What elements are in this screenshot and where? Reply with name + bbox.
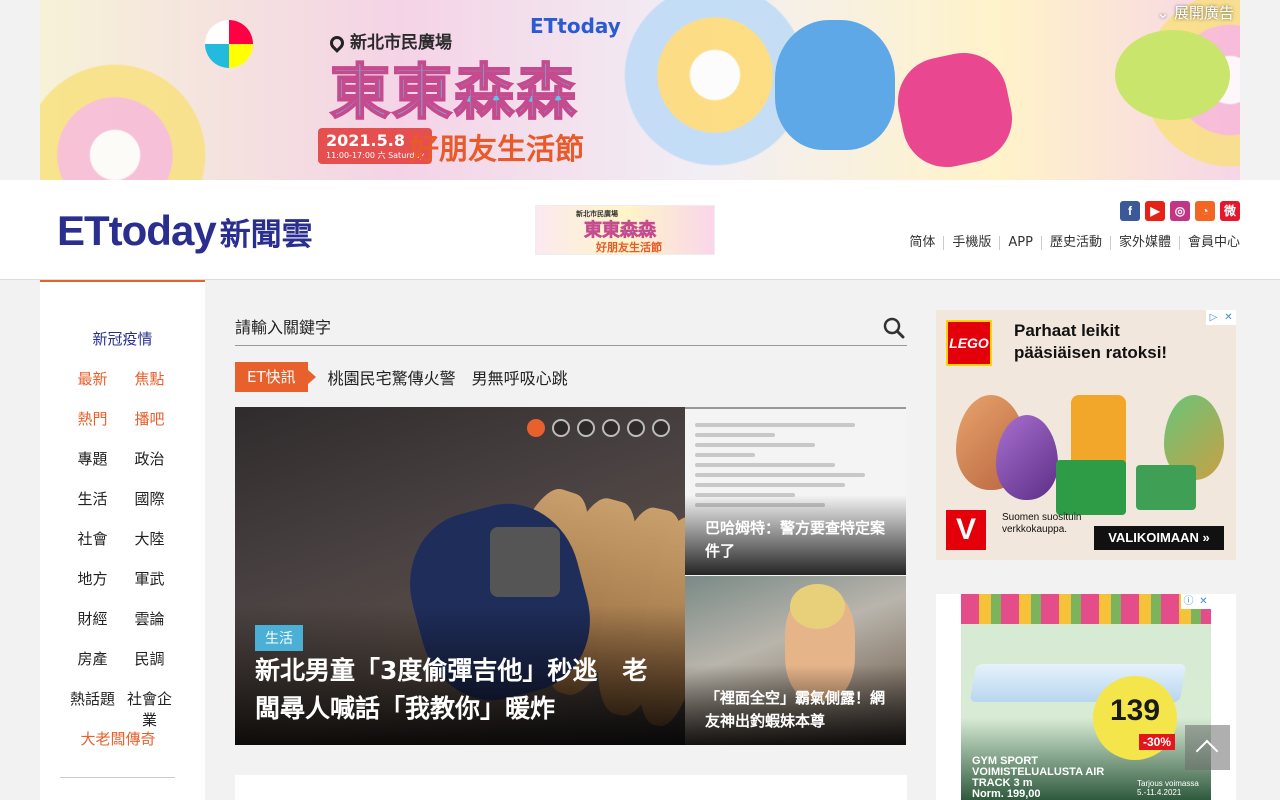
next-content-panel [235,775,907,800]
expand-ad-label: 展開廣告 [1173,4,1234,22]
nav-simplified-chinese[interactable]: 简体 [901,236,943,250]
sidebar-item-society[interactable]: 社會 [64,528,121,549]
category-sidebar: 新冠疫情 最新 焦點 熱門 播吧 專題 政治 生活 國際 社會 大陸 地方 軍武 財經 雲論 … [40,280,205,800]
header-ad-subtitle: 好朋友生活節 [596,241,662,254]
hero-photo-blur [490,527,560,597]
hero-category-badge[interactable]: 生活 [255,625,303,651]
sidebar-item-polls[interactable]: 民調 [121,648,178,669]
lego-logo: LEGO [946,320,992,366]
sidebar-item-hot[interactable]: 熱門 [64,408,121,429]
top-nav: 简体 手機版 APP 歷史活動 家外媒體 會員中心 [901,236,1240,250]
sidebar-item-finance[interactable]: 財經 [64,608,121,629]
ettoday-logo[interactable]: ETtoday 新聞雲 [57,206,313,256]
search-bar [235,310,907,346]
sidebar-item-mainland[interactable]: 大陸 [121,528,178,549]
sidebar-item-military[interactable]: 軍武 [121,568,178,589]
hero-story[interactable]: 生活 新北男童「3度偷彈吉他」秒逃 老闆尋人喊話「我教你」暖炸 [235,407,685,745]
close-icon[interactable]: ✕ [1196,594,1211,609]
nav-mobile[interactable]: 手機版 [943,236,999,250]
sidebar-item-topics[interactable]: 專題 [64,448,121,469]
sidebar-item-local[interactable]: 地方 [64,568,121,589]
slide-dot[interactable] [552,419,570,437]
sidebar-item-social-enterprise[interactable]: 社會企業 [121,688,178,730]
gym-ad-creative: 139 -30% GYM SPORT VOIMISTELUALUSTA AIR … [961,594,1211,800]
sidebar-item-latest[interactable]: 最新 [64,368,121,389]
banner-title: 東東森森 [329,57,578,129]
nav-outdoor-media[interactable]: 家外媒體 [1109,236,1179,250]
gym-title: GYM SPORT VOIMISTELUALUSTA AIR TRACK 3 m… [972,756,1132,800]
sidebar-item-boss-legend[interactable]: 大老闆傳奇 [64,728,172,749]
lego-headline: Parhaat leikit pääsiäisen ratoksi! [1014,321,1168,362]
breaking-news-headline[interactable]: 桃園民宅驚傳火警 男無呼吸心跳 [328,365,568,389]
slide-dot[interactable] [627,419,645,437]
banner-brand: ETtoday [530,14,621,38]
ad-controls: ⓘ ✕ [1181,594,1211,609]
lego-small-text: Suomen suosituin verkkokauppa. [1002,512,1082,535]
instagram-icon[interactable]: ◎ [1170,201,1190,221]
sidebar-item-international[interactable]: 國際 [121,488,178,509]
verkkokauppa-logo: V [946,510,986,550]
side-story-card[interactable]: 巴哈姆特：警方要查特定案件了 [685,407,906,575]
sidebar-item-life[interactable]: 生活 [64,488,121,509]
lego-ad[interactable]: LEGO Parhaat leikit pääsiäisen ratoksi! … [936,310,1236,560]
side-story-card[interactable]: 「裡面全空」霸氣側露！網友神出釣蝦妹本尊 [685,576,906,745]
slide-dot[interactable] [652,419,670,437]
back-to-top-button[interactable] [1185,725,1230,770]
social-links: f ▶ ◎ ◔ 微 [1120,201,1240,221]
top-banner-ad[interactable]: 新北市民廣場 ETtoday 東東森森 2021.5.8 11:00-17:00 … [40,0,1240,180]
facebook-icon[interactable]: f [1120,201,1140,221]
side-story-title[interactable]: 巴哈姆特：警方要查特定案件了 [705,517,890,563]
rss-icon[interactable]: ◔ [1195,201,1215,221]
adchoices-icon[interactable]: ▷ [1206,310,1221,325]
beach-ball-illustration [205,20,253,68]
nav-history-events[interactable]: 歷史活動 [1040,236,1110,250]
gym-norm-price: Norm. 199,00 [972,788,1041,800]
sidebar-item-property[interactable]: 房產 [64,648,121,669]
gym-offer: Tarjous voimassa 5.-11.4.2021 [1137,779,1199,797]
nav-member-center[interactable]: 會員中心 [1178,236,1240,250]
sidebar-item-focus[interactable]: 焦點 [121,368,178,389]
sidebar-item-opinion[interactable]: 雲論 [121,608,178,629]
breaking-news: ET快訊 桃園民宅驚傳火警 男無呼吸心跳 [235,362,568,392]
gym-title-text: GYM SPORT VOIMISTELUALUSTA AIR TRACK 3 m [972,755,1105,789]
ad-controls: ▷ ✕ [1206,310,1236,325]
weibo-icon[interactable]: 微 [1220,201,1240,221]
logo-chinese: 新聞雲 [219,216,313,253]
search-input[interactable] [235,310,865,344]
breaking-news-tag: ET快訊 [235,362,316,392]
sidebar-item-video[interactable]: 播吧 [121,408,178,429]
gym-discount: -30% [1139,734,1176,750]
sidebar-grid: 最新 焦點 熱門 播吧 專題 政治 生活 國際 社會 大陸 地方 軍武 財經 雲論 房產 民調 … [64,368,184,768]
side-story-title[interactable]: 「裡面全空」霸氣側露！網友神出釣蝦妹本尊 [705,687,890,733]
logo-latin: ETtoday [57,207,217,254]
header-small-ad[interactable]: 新北市民廣場 東東森森 好朋友生活節 [535,205,715,255]
sidebar-item-hot-topics[interactable]: 熱話題 [64,688,121,709]
banner-subtitle: 好朋友生活節 [410,132,585,166]
slide-dot[interactable] [527,419,545,437]
sidebar-divider [60,777,175,778]
chevron-down-icon: ⌄ [1156,4,1174,22]
search-icon[interactable] [883,317,905,339]
slide-dot[interactable] [577,419,595,437]
sidebar-item-covid[interactable]: 新冠疫情 [40,328,205,349]
close-icon[interactable]: ✕ [1221,310,1236,325]
nav-app[interactable]: APP [999,236,1041,250]
youtube-icon[interactable]: ▶ [1145,201,1165,221]
banner-date-text: 2021.5.8 [326,131,405,150]
blue-character-illustration [775,20,895,150]
sidebar-item-politics[interactable]: 政治 [121,448,178,469]
site-header: ETtoday 新聞雲 新北市民廣場 東東森森 好朋友生活節 f ▶ ◎ ◔ 微… [0,180,1280,280]
adchoices-icon[interactable]: ⓘ [1181,594,1196,609]
lego-cta-button[interactable]: VALIKOIMAAN » [1094,526,1224,550]
pink-cat-illustration [889,44,1021,176]
slide-indicators [527,419,670,437]
expand-ad-button[interactable]: ⌄ 展開廣告 [1151,0,1240,25]
hero-title[interactable]: 新北男童「3度偷彈吉他」秒逃 老闆尋人喊話「我教你」暖炸 [255,652,655,728]
slide-dot[interactable] [602,419,620,437]
bird-character-illustration [1115,30,1230,120]
